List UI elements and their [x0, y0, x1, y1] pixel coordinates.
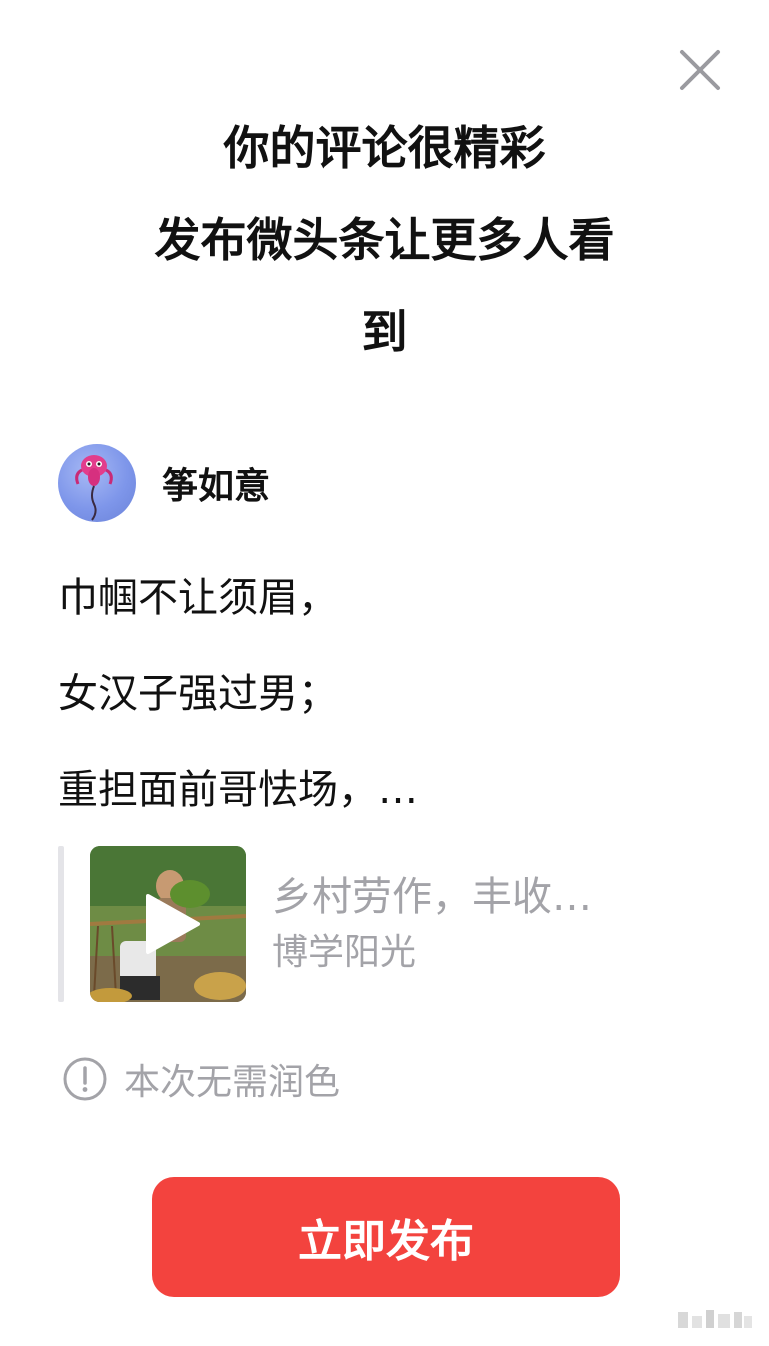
- close-icon: [680, 50, 720, 90]
- quoted-post-card[interactable]: 乡村劳作，丰收… 博学阳光: [58, 846, 718, 1002]
- author-row: 筝如意: [58, 444, 270, 522]
- kite-icon: [75, 455, 113, 521]
- play-icon[interactable]: [142, 892, 202, 956]
- quoted-post-text: 乡村劳作，丰收… 博学阳光: [272, 846, 592, 1002]
- polish-notice: 本次无需润色: [62, 1052, 340, 1106]
- dialog-title-line: 你的评论很精彩: [223, 121, 546, 175]
- notice-text: 本次无需润色: [124, 1062, 341, 1103]
- watermark-icon: [678, 1310, 752, 1328]
- comment-line: 重担面前哥怯场，…: [58, 767, 418, 813]
- dialog-title-line: 发布微头条让更多人看: [154, 213, 615, 267]
- comment-line: 巾帼不让须眉，: [58, 575, 338, 621]
- author-name[interactable]: 筝如意: [162, 457, 270, 509]
- info-circle-icon: [63, 1057, 107, 1101]
- dialog-title: 你的评论很精彩 发布微头条让更多人看 到: [40, 102, 729, 378]
- quote-bar: [58, 846, 64, 1002]
- comment-line: 女汉子强过男；: [58, 671, 338, 717]
- dialog-title-line: 到: [361, 305, 408, 359]
- quoted-post-author: 博学阳光: [272, 932, 417, 973]
- avatar: [58, 444, 136, 522]
- close-button[interactable]: [672, 42, 728, 98]
- publish-button[interactable]: 立即发布: [152, 1177, 620, 1297]
- comment-text: 巾帼不让须眉， 女汉子强过男； 重担面前哥怯场，…: [58, 550, 718, 838]
- publish-dialog: 你的评论很精彩 发布微头条让更多人看 到 筝如意 巾帼不让须眉， 女汉子强过男；…: [0, 0, 769, 1346]
- video-thumbnail[interactable]: [90, 846, 246, 1002]
- quoted-post-title: 乡村劳作，丰收…: [272, 874, 592, 920]
